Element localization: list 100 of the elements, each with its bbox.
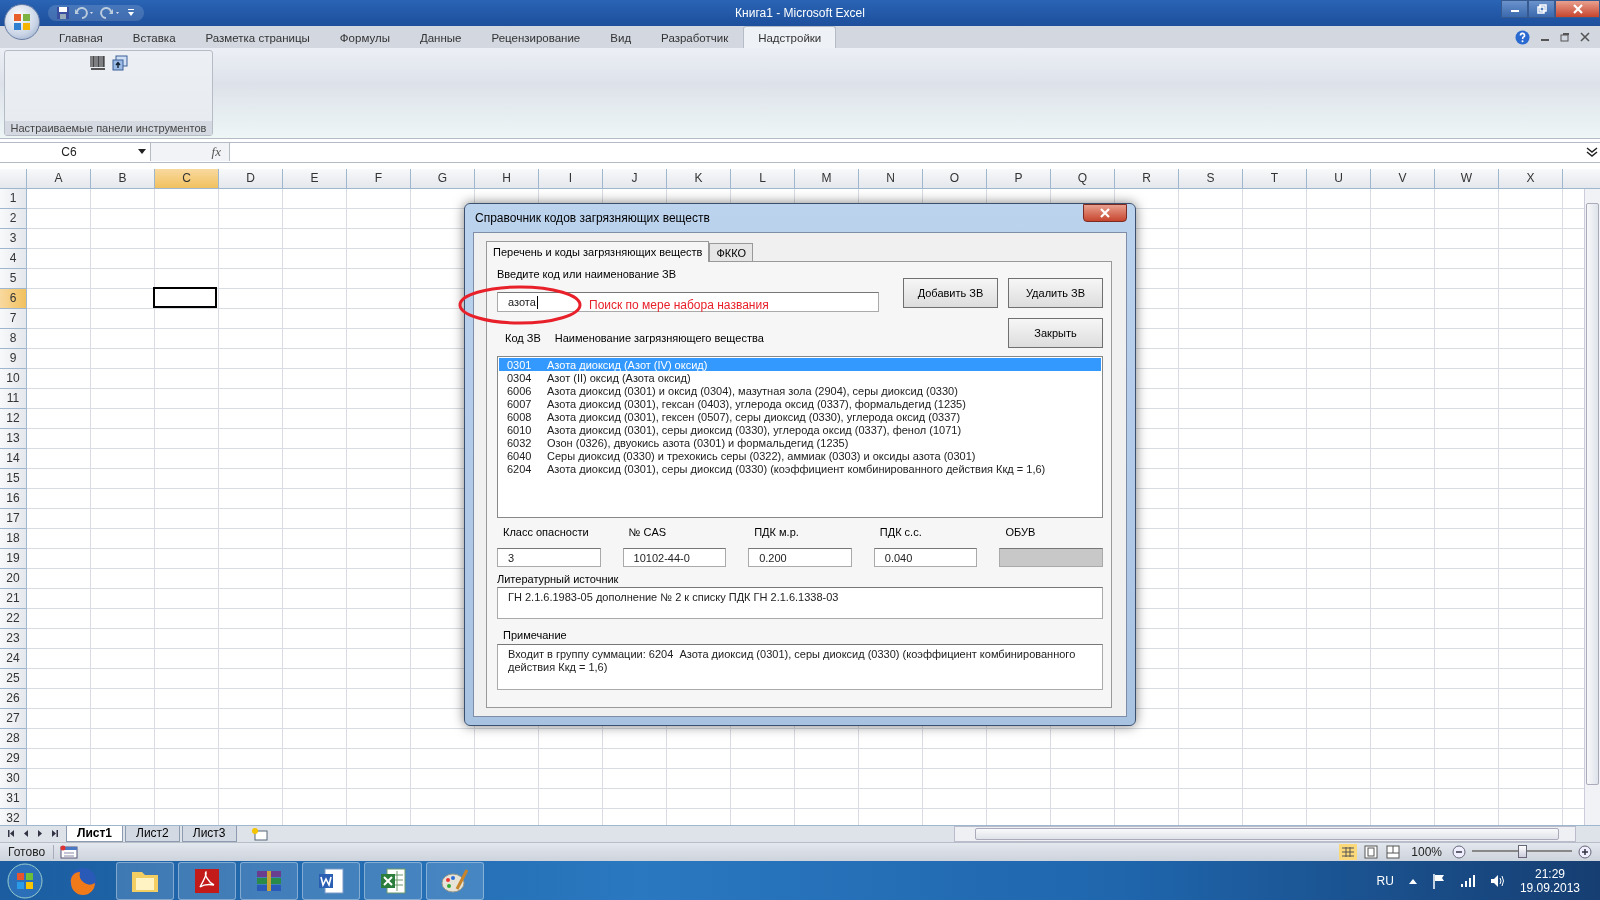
sheet-tab[interactable]: Лист1 xyxy=(66,825,124,842)
ribbon-tab[interactable]: Вид xyxy=(595,26,647,49)
expand-caret-icon[interactable] xyxy=(1586,147,1598,158)
horizontal-scrollbar[interactable] xyxy=(954,825,1576,842)
column-header[interactable]: K xyxy=(667,168,731,188)
column-header[interactable]: C xyxy=(155,168,219,188)
minimize-button[interactable] xyxy=(1501,0,1528,18)
row-header[interactable]: 17 xyxy=(0,508,26,529)
close-button[interactable] xyxy=(1083,204,1127,222)
column-header[interactable]: F xyxy=(347,168,411,188)
column-header[interactable]: M xyxy=(795,168,859,188)
ribbon-tab[interactable]: Данные xyxy=(404,26,477,49)
last-sheet-icon[interactable] xyxy=(50,829,58,839)
row-header[interactable]: 7 xyxy=(0,308,26,329)
page-layout-icon[interactable] xyxy=(1363,843,1380,860)
column-header[interactable]: T xyxy=(1243,168,1307,188)
help-icon[interactable] xyxy=(1515,29,1530,45)
column-header[interactable]: V xyxy=(1371,168,1435,188)
signal-icon[interactable] xyxy=(1459,873,1476,888)
list-item[interactable]: 6008 Азота диоксид (0301), гексен (0507), серы диоксид (0330), углерода оксид (0337) xyxy=(499,410,1101,423)
column-header[interactable]: I xyxy=(539,168,603,188)
row-header[interactable]: 31 xyxy=(0,788,26,809)
folder-app-icon[interactable] xyxy=(116,861,174,900)
column-header[interactable]: N xyxy=(859,168,923,188)
zoom-in-icon[interactable] xyxy=(1578,844,1592,859)
row-header[interactable]: 18 xyxy=(0,528,26,549)
column-header[interactable]: S xyxy=(1179,168,1243,188)
previous-sheet-icon[interactable] xyxy=(22,829,30,839)
row-header[interactable]: 30 xyxy=(0,768,26,789)
row-header[interactable]: 12 xyxy=(0,408,26,429)
slider-thumb[interactable] xyxy=(1518,845,1527,859)
clock[interactable]: 21:29 19.09.2013 xyxy=(1519,866,1580,895)
spreadsheet-app-icon[interactable] xyxy=(364,861,422,900)
column-header[interactable]: E xyxy=(283,168,347,188)
macro-record-icon[interactable] xyxy=(60,844,79,859)
input-field[interactable]: 10102-44-0 xyxy=(622,548,727,567)
row-header[interactable]: 25 xyxy=(0,668,26,689)
row-header[interactable]: 10 xyxy=(0,368,26,389)
archive-app-icon[interactable] xyxy=(240,861,298,900)
row-header[interactable]: 29 xyxy=(0,748,26,769)
row-header[interactable]: 9 xyxy=(0,348,26,369)
document-app-icon[interactable] xyxy=(302,861,360,900)
list-item[interactable]: 6006 Азота диоксид (0301) и оксид (0304), мазутная зола (2904), серы диоксид (0330) xyxy=(499,384,1101,397)
row-header[interactable]: 16 xyxy=(0,488,26,509)
row-header[interactable]: 26 xyxy=(0,688,26,709)
row-header[interactable]: 22 xyxy=(0,608,26,629)
first-sheet-icon[interactable] xyxy=(8,829,16,839)
row-header[interactable]: 4 xyxy=(0,248,26,269)
row-header[interactable]: 28 xyxy=(0,728,26,749)
list-item[interactable]: 6040 Серы диоксид (0330) и трехокись серы (0322), аммиак (0303) и оксиды азота (0301) xyxy=(499,449,1101,462)
save-icon[interactable] xyxy=(56,6,70,20)
zoom-out-icon[interactable] xyxy=(1452,844,1466,859)
close-icon[interactable] xyxy=(1580,32,1590,43)
column-header[interactable]: X xyxy=(1499,168,1563,188)
restore-button[interactable] xyxy=(1528,0,1555,18)
office-button[interactable] xyxy=(4,4,40,40)
sheet-tab[interactable]: Лист2 xyxy=(125,825,180,842)
note-field[interactable]: Входит в группу суммации: 6204 Азота диоксид (0301), серы диоксид (0330) (коэффициент комбинированного действия Ккд = 1,6) xyxy=(497,644,1103,690)
input-field[interactable]: 3 xyxy=(497,548,601,567)
window-arrow-icon[interactable] xyxy=(111,55,128,72)
row-header[interactable]: 23 xyxy=(0,628,26,649)
input-field[interactable]: 0.200 xyxy=(748,548,852,567)
row-header[interactable]: 2 xyxy=(0,208,26,229)
restore-icon[interactable] xyxy=(1560,32,1570,43)
dialog-button[interactable]: Добавить ЗВ xyxy=(903,278,998,308)
row-header[interactable]: 8 xyxy=(0,328,26,349)
row-header[interactable]: 3 xyxy=(0,228,26,249)
sheet-tab[interactable]: Лист3 xyxy=(181,825,237,842)
page-break-icon[interactable] xyxy=(1385,843,1402,860)
substance-list[interactable] xyxy=(497,356,1103,518)
next-sheet-icon[interactable] xyxy=(36,829,44,839)
row-header[interactable]: 1 xyxy=(0,188,26,209)
dialog-tab[interactable]: ФККО xyxy=(709,243,754,261)
redo-icon[interactable] xyxy=(100,6,122,20)
row-header[interactable]: 14 xyxy=(0,448,26,469)
zoom-level[interactable]: 100% xyxy=(1411,844,1442,859)
row-header[interactable]: 21 xyxy=(0,588,26,609)
list-item[interactable]: 6204 Азота диоксид (0301), серы диоксид (0330) (коэффициент комбинированного действия Ккд = 1,6) xyxy=(499,462,1101,475)
ribbon-tab[interactable]: Разметка страницы xyxy=(190,26,325,49)
column-header[interactable]: L xyxy=(731,168,795,188)
dialog-tab[interactable]: Перечень и коды загрязняющих веществ xyxy=(486,241,710,262)
active-cell[interactable] xyxy=(153,286,217,308)
column-header[interactable]: H xyxy=(475,168,539,188)
row-header[interactable]: 24 xyxy=(0,648,26,669)
column-header[interactable]: A xyxy=(27,168,91,188)
vertical-scrollbar[interactable] xyxy=(1584,188,1600,825)
undo-icon[interactable] xyxy=(74,6,96,20)
column-header[interactable]: D xyxy=(219,168,283,188)
row-header[interactable]: 6 xyxy=(0,288,26,309)
pdf-app-icon[interactable] xyxy=(178,861,236,900)
input-field[interactable]: 0.040 xyxy=(873,548,978,567)
row-header[interactable]: 11 xyxy=(0,388,26,409)
ribbon-tab[interactable]: Надстройки xyxy=(743,26,837,49)
paint-app-icon[interactable] xyxy=(426,861,484,900)
row-header[interactable]: 5 xyxy=(0,268,26,289)
list-item[interactable]: 6007 Азота диоксид (0301), гексан (0403), углерода оксид (0337), формальдегид (1235) xyxy=(499,397,1101,410)
ribbon-tab[interactable]: Разработчик xyxy=(646,26,744,49)
row-header[interactable]: 13 xyxy=(0,428,26,449)
ribbon-tab[interactable]: Вставка xyxy=(117,26,191,49)
source-field[interactable]: ГН 2.1.6.1983-05 дополнение № 2 к списку ПДК ГН 2.1.6.1338-03 xyxy=(497,587,1103,619)
